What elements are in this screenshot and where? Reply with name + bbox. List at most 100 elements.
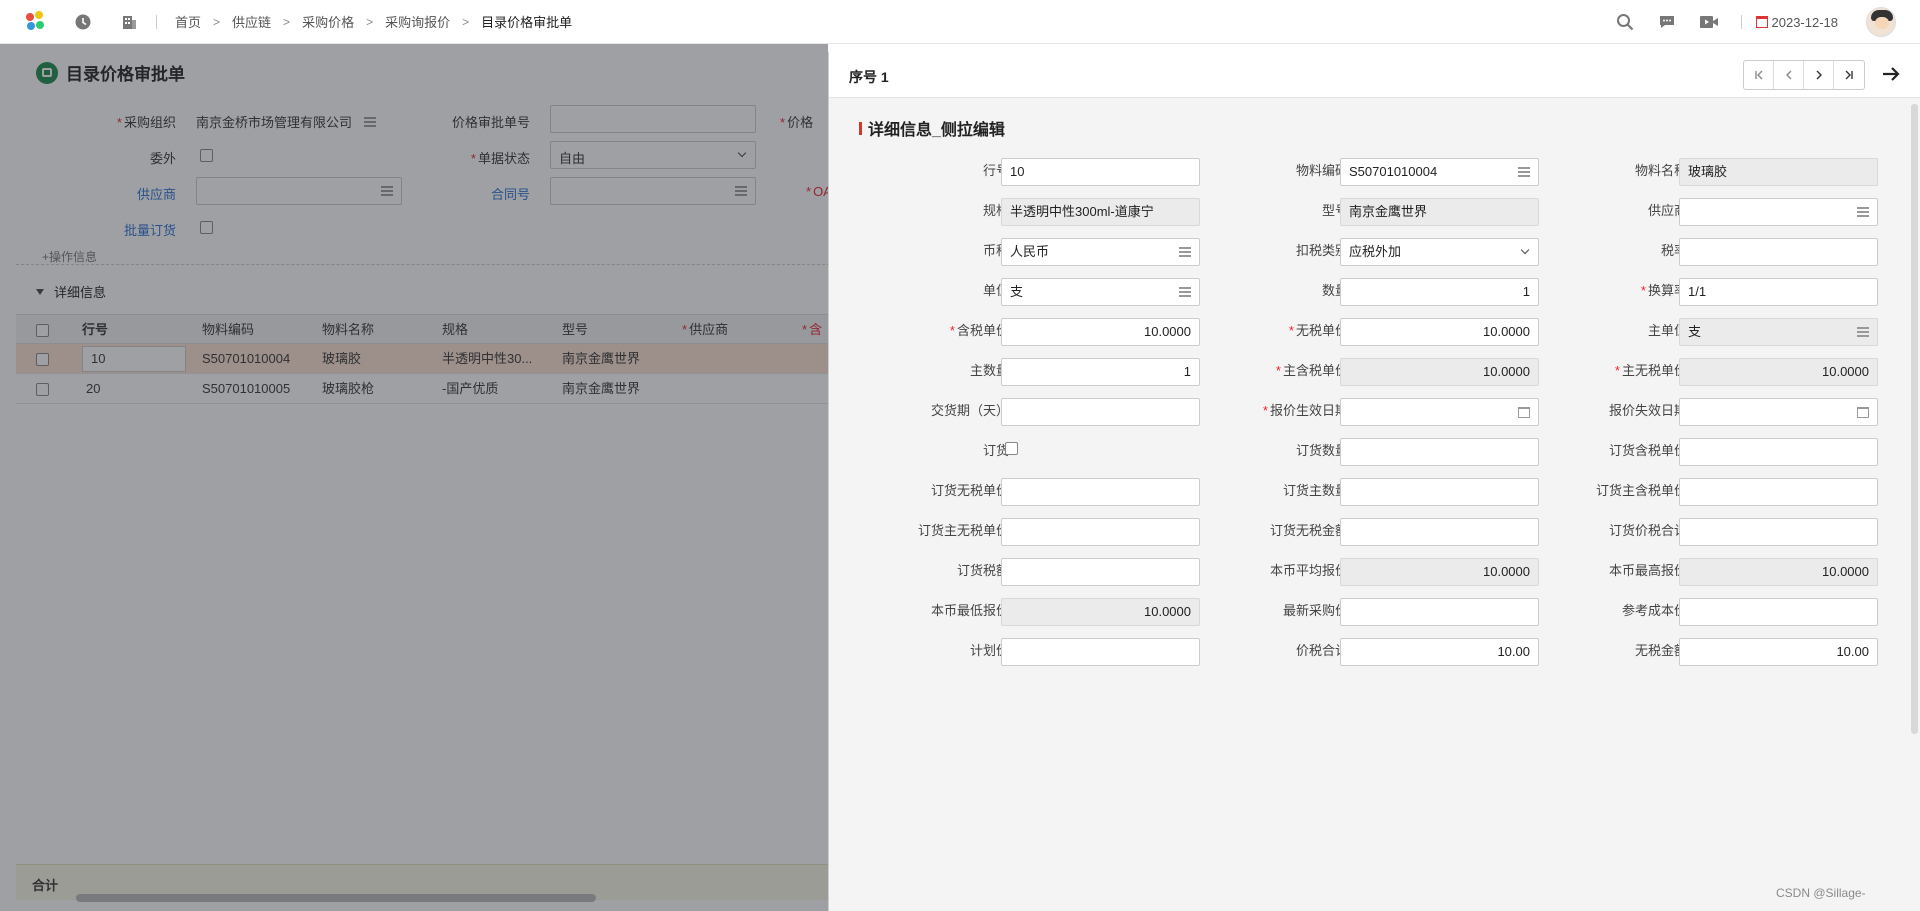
field-input[interactable]: 1/1: [1679, 278, 1878, 306]
field-label: * 主含税单价: [1275, 363, 1348, 378]
date-display: 2023-12-18: [1755, 14, 1839, 30]
field-label: 计划价: [969, 643, 1009, 658]
field-label: 型号: [1321, 203, 1348, 218]
field-label: 数量: [1321, 283, 1348, 298]
breadcrumb: 首页 > 供应链 > 采购价格 > 采购询报价 > 目录价格审批单: [171, 12, 576, 31]
field-input[interactable]: 10.00: [1340, 638, 1539, 666]
field-input[interactable]: [1679, 398, 1878, 426]
field-input[interactable]: 1: [1340, 278, 1539, 306]
search-icon[interactable]: [1615, 12, 1635, 32]
field-label: 交货期（天）: [930, 403, 1009, 418]
field-input[interactable]: [1340, 398, 1539, 426]
field-input: 10.0000: [1340, 358, 1539, 386]
field-input[interactable]: [1679, 198, 1878, 226]
field-input: 10.0000: [1679, 358, 1878, 386]
breadcrumb-supply-chain[interactable]: 供应链: [232, 12, 271, 31]
field-input[interactable]: [1001, 638, 1200, 666]
history-icon[interactable]: [74, 13, 92, 31]
field-label: 订货主数量: [1282, 483, 1348, 498]
field-input[interactable]: 10.0000: [1340, 318, 1539, 346]
watermark: CSDN @Sillage-: [1776, 886, 1866, 900]
side-edit-panel: 序号 1 详细信息_侧拉编辑 行号 10 物料编码 S50701010004 物料名称玻…: [828, 52, 1920, 911]
field-label: * 无税单价: [1288, 323, 1348, 338]
field-label: 主单位: [1647, 323, 1687, 338]
field-label: * 报价生效日期: [1262, 403, 1348, 418]
next-record-button[interactable]: [1804, 61, 1834, 89]
field-input[interactable]: 支: [1001, 278, 1200, 306]
building-icon[interactable]: [120, 13, 138, 31]
field-input: 半透明中性300ml-道康宁: [1001, 198, 1200, 226]
field-input: 10.0000: [1001, 598, 1200, 626]
calendar-icon: [1755, 16, 1768, 28]
field-input: 南京金鹰世界: [1340, 198, 1539, 226]
field-input: 玻璃胶: [1679, 158, 1878, 186]
field-input[interactable]: [1001, 518, 1200, 546]
modal-overlay[interactable]: [0, 44, 828, 911]
breadcrumb-purchase-price[interactable]: 采购价格: [302, 12, 354, 31]
order-checkbox[interactable]: [1005, 442, 1018, 455]
field-input[interactable]: [1340, 478, 1539, 506]
field-label: 参考成本价: [1621, 603, 1687, 618]
field-input[interactable]: [1001, 478, 1200, 506]
vertical-scrollbar[interactable]: [1911, 104, 1918, 734]
chevron-right-icon: >: [283, 14, 291, 29]
field-input[interactable]: [1340, 518, 1539, 546]
field-input[interactable]: [1679, 518, 1878, 546]
current-date: 2023-12-18: [1771, 14, 1839, 30]
field-label: 订货主无税单价: [917, 523, 1009, 538]
field-label: 订货: [982, 443, 1009, 458]
chevron-down-icon: [1520, 245, 1530, 255]
breadcrumb-home[interactable]: 首页: [175, 12, 201, 31]
prev-record-button[interactable]: [1774, 61, 1804, 89]
last-record-button[interactable]: [1834, 61, 1864, 89]
field-input[interactable]: [1679, 238, 1878, 266]
list-icon[interactable]: [1518, 167, 1530, 177]
field-input[interactable]: [1340, 598, 1539, 626]
field-label: 主数量: [969, 363, 1009, 378]
field-input[interactable]: [1001, 398, 1200, 426]
first-icon: [1754, 70, 1762, 80]
field-input[interactable]: [1340, 438, 1539, 466]
field-input[interactable]: [1679, 598, 1878, 626]
close-panel-arrow-icon[interactable]: [1879, 61, 1903, 87]
video-icon[interactable]: [1699, 12, 1719, 32]
chat-icon[interactable]: [1657, 12, 1677, 32]
section-marker: [859, 121, 862, 135]
calendar-icon[interactable]: [1857, 407, 1869, 418]
app-logo-icon[interactable]: [22, 7, 52, 37]
list-icon[interactable]: [1179, 287, 1191, 297]
next-icon: [1816, 70, 1822, 80]
field-input: 10.0000: [1679, 558, 1878, 586]
calendar-icon[interactable]: [1518, 407, 1530, 418]
top-bar: 首页 > 供应链 > 采购价格 > 采购询报价 > 目录价格审批单 2023-1…: [0, 0, 1920, 44]
seq-label: 序号 1: [849, 69, 889, 85]
field-input[interactable]: 10.0000: [1001, 318, 1200, 346]
field-label: 订货含税单价: [1608, 443, 1687, 458]
field-input[interactable]: [1679, 438, 1878, 466]
chevron-right-icon: >: [462, 14, 470, 29]
last-icon: [1845, 70, 1853, 80]
field-label: 本币最高报价: [1608, 563, 1687, 578]
record-pager: [1743, 60, 1865, 90]
field-label: 订货数量: [1295, 443, 1348, 458]
field-label: 税率: [1660, 243, 1687, 258]
field-label: 订货税额: [956, 563, 1009, 578]
list-icon[interactable]: [1179, 247, 1191, 257]
breadcrumb-inquiry[interactable]: 采购询报价: [385, 12, 450, 31]
field-label: 币种: [982, 243, 1009, 258]
field-input[interactable]: [1001, 558, 1200, 586]
field-input[interactable]: 应税外加: [1340, 238, 1539, 266]
field-input[interactable]: S50701010004: [1340, 158, 1539, 186]
field-label: 单位: [982, 283, 1009, 298]
field-input[interactable]: [1679, 478, 1878, 506]
field-input[interactable]: 人民币: [1001, 238, 1200, 266]
list-icon[interactable]: [1857, 327, 1869, 337]
avatar[interactable]: [1866, 7, 1896, 37]
field-label: * 主无税单价: [1614, 363, 1687, 378]
list-icon[interactable]: [1857, 207, 1869, 217]
first-record-button[interactable]: [1744, 61, 1774, 89]
field-label: 行号: [982, 163, 1009, 178]
field-input[interactable]: 10.00: [1679, 638, 1878, 666]
field-input[interactable]: 1: [1001, 358, 1200, 386]
field-input[interactable]: 10: [1001, 158, 1200, 186]
